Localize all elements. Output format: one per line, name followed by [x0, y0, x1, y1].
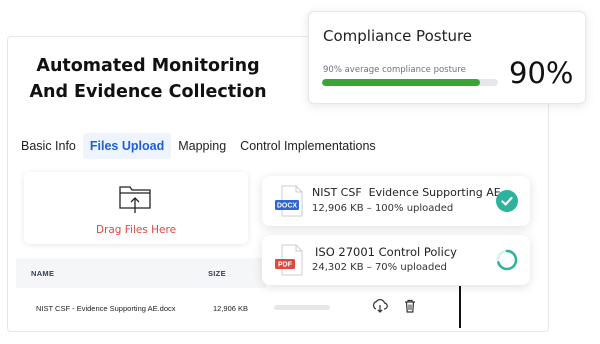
download-icon[interactable] — [372, 298, 388, 314]
docx-file-icon: DOCX — [275, 185, 303, 217]
trash-icon[interactable] — [402, 298, 418, 314]
hero-title-line1: Automated Monitoring — [36, 56, 260, 76]
tab-files-upload[interactable]: Files Upload — [82, 133, 172, 159]
posture-subtitle: 90% average compliance posture — [323, 65, 466, 75]
row-progress-bar — [274, 305, 330, 310]
tab-bar: Basic Info Files Upload Mapping Control … — [14, 132, 383, 160]
posture-progress-fill — [322, 79, 481, 86]
column-header-name: NAME — [31, 268, 55, 278]
divider-line — [459, 286, 461, 328]
column-header-size: SIZE — [208, 268, 226, 278]
docx-badge-text: DOCX — [277, 203, 298, 210]
progress-ring-icon — [496, 249, 518, 271]
file-size-cell: 12,906 KB — [213, 304, 249, 313]
check-circle-icon — [496, 190, 518, 212]
hero-title-line2: And Evidence Collection — [29, 82, 267, 102]
pdf-badge-text: PDF — [278, 262, 293, 269]
folder-upload-icon — [119, 186, 151, 213]
posture-title: Compliance Posture — [323, 27, 473, 45]
upload-status-text: 12,906 KB – 100% uploaded — [312, 203, 454, 214]
upload-title: NIST CSF Evidence Supporting AE — [312, 186, 501, 199]
tab-basic-info[interactable]: Basic Info — [14, 133, 83, 159]
file-dropzone[interactable]: Drag Files Here — [24, 172, 248, 244]
upload-status-text: 24,302 KB – 70% uploaded — [312, 262, 447, 273]
hero-title: Automated Monitoring And Evidence Collec… — [20, 53, 276, 105]
posture-value: 90% — [509, 56, 574, 90]
tab-mapping[interactable]: Mapping — [171, 133, 233, 159]
table-row: NIST CSF - Evidence Supporting AE.docx 1… — [16, 292, 456, 324]
upload-card-docx: DOCX NIST CSF Evidence Supporting AE 12,… — [262, 176, 530, 226]
compliance-posture-card: Compliance Posture 90% average complianc… — [308, 11, 586, 104]
tab-control-implementations[interactable]: Control Implementations — [233, 133, 382, 159]
dropzone-label: Drag Files Here — [95, 224, 177, 236]
table-header: NAME SIZE — [16, 258, 266, 288]
upload-title: ISO 27001 Control Policy — [315, 245, 457, 259]
pdf-file-icon: PDF — [275, 244, 303, 276]
upload-card-pdf: PDF ISO 27001 Control Policy 24,302 KB –… — [262, 235, 530, 285]
posture-progress-track — [322, 79, 498, 86]
file-name-cell: NIST CSF - Evidence Supporting AE.docx — [36, 304, 176, 313]
